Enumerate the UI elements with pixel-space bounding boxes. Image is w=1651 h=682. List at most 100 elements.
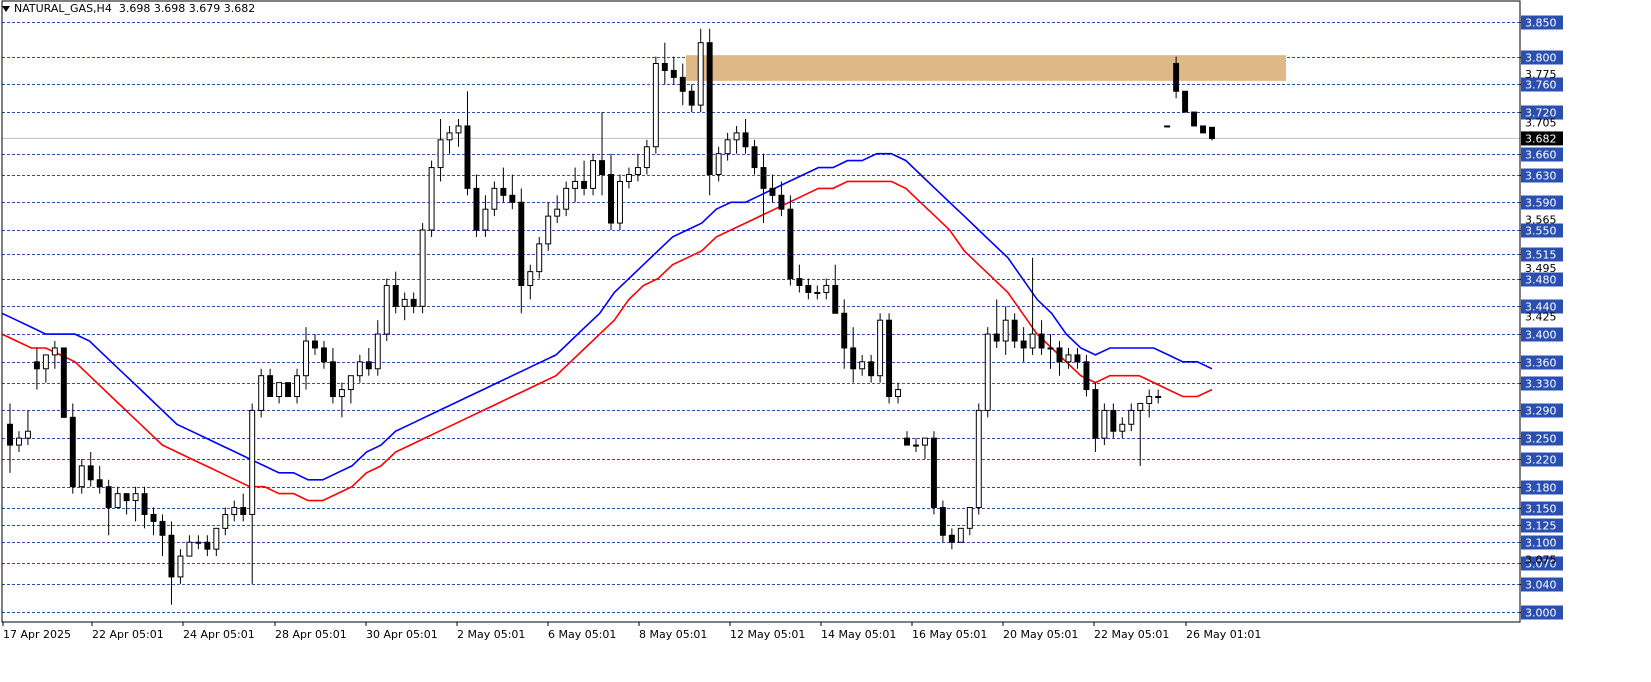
candle: [132, 486, 139, 522]
candle-body: [966, 507, 973, 529]
candle-body: [231, 507, 238, 515]
candle: [590, 153, 597, 196]
candle-body: [796, 278, 803, 287]
candle: [437, 119, 444, 182]
candle-body: [96, 479, 103, 488]
candle-body: [419, 229, 426, 307]
x-tick-label: 2 May 05:01: [457, 628, 525, 641]
candle: [1128, 403, 1135, 432]
candle: [652, 56, 659, 154]
candle-body: [742, 132, 749, 148]
candle: [428, 160, 435, 237]
candle: [679, 63, 686, 106]
candle: [939, 500, 946, 543]
candle: [625, 167, 632, 189]
y-tick-label: 3.100: [1525, 537, 1557, 550]
y-tick-label: 3.800: [1525, 52, 1557, 65]
candle-body: [258, 375, 265, 411]
candle: [805, 278, 812, 300]
candle-body: [33, 361, 40, 370]
candle: [96, 465, 103, 494]
y-tick-label: 3.630: [1525, 170, 1557, 183]
candle: [312, 334, 318, 355]
x-tick-label: 28 Apr 05:01: [275, 628, 347, 641]
y-extra-label: 3.705: [1525, 116, 1557, 129]
candle: [715, 146, 722, 182]
x-tick-label: 6 May 05:01: [548, 628, 616, 641]
candle-body: [581, 180, 588, 189]
candle: [320, 341, 327, 369]
candle-body: [1002, 319, 1009, 342]
candle: [168, 521, 175, 605]
x-tick-label: 22 Apr 05:01: [92, 628, 164, 641]
y-tick-label: 3.400: [1525, 329, 1557, 342]
candle: [536, 236, 543, 279]
candle: [16, 431, 22, 453]
candle-body: [267, 375, 274, 398]
y-tick-label: 3.040: [1525, 579, 1557, 592]
price-chart[interactable]: 3.8503.8003.7603.7203.6603.6303.5903.550…: [0, 0, 1651, 682]
candle-body: [921, 437, 928, 446]
candle-body: [814, 291, 821, 294]
candle: [617, 174, 623, 231]
candle: [78, 458, 85, 494]
candle: [1137, 402, 1144, 466]
candle: [356, 354, 363, 383]
candle: [446, 125, 453, 154]
candle: [401, 292, 408, 321]
candle: [285, 382, 292, 398]
resistance-zone: [686, 55, 1286, 81]
candle-body: [329, 361, 336, 398]
candles: [7, 28, 1215, 605]
candle-body: [877, 319, 884, 377]
candle: [1164, 125, 1171, 128]
y-tick-label: 3.220: [1525, 454, 1557, 467]
candle-body: [1029, 333, 1036, 349]
candle: [634, 153, 641, 182]
candle-body: [608, 174, 614, 224]
candle-body: [482, 208, 489, 231]
candle-body: [276, 382, 283, 398]
candle: [563, 181, 570, 217]
candle-body: [222, 513, 229, 529]
candle-body: [904, 437, 910, 446]
candle-body: [1200, 125, 1206, 134]
candle-body: [1110, 409, 1117, 432]
candle-body: [509, 194, 516, 203]
candle-body: [859, 361, 866, 370]
plot-frame: [1, 0, 1521, 623]
y-tick-label: 3.330: [1525, 378, 1557, 391]
candle: [868, 354, 875, 383]
candle: [975, 403, 982, 515]
candle-body: [338, 389, 345, 398]
candle-body: [643, 146, 650, 169]
candle-body: [24, 430, 31, 439]
candle-body: [78, 465, 85, 488]
candle-body: [1128, 409, 1135, 425]
candle: [760, 153, 767, 224]
candle-body: [1119, 423, 1126, 432]
y-tick-label: 3.290: [1525, 405, 1557, 418]
candle-body: [195, 541, 202, 544]
candle-body: [365, 361, 372, 370]
candle-body: [886, 319, 893, 398]
candle: [643, 139, 650, 175]
candle: [930, 431, 937, 515]
candle-body: [294, 375, 301, 398]
candle-body: [939, 507, 946, 536]
candle-body: [312, 340, 318, 349]
candle: [787, 195, 794, 286]
candle-body: [392, 285, 399, 307]
candle: [141, 486, 148, 529]
candle-body: [1164, 125, 1171, 128]
candle: [670, 56, 677, 85]
candle: [303, 327, 309, 390]
y-extra-label: 3.565: [1525, 214, 1557, 227]
candle-body: [652, 63, 659, 148]
candle-body: [455, 125, 462, 134]
candle-body: [688, 90, 695, 106]
candle: [859, 354, 866, 376]
candle: [1200, 125, 1206, 134]
candle: [608, 153, 614, 231]
x-tick-label: 22 May 05:01: [1094, 628, 1169, 641]
